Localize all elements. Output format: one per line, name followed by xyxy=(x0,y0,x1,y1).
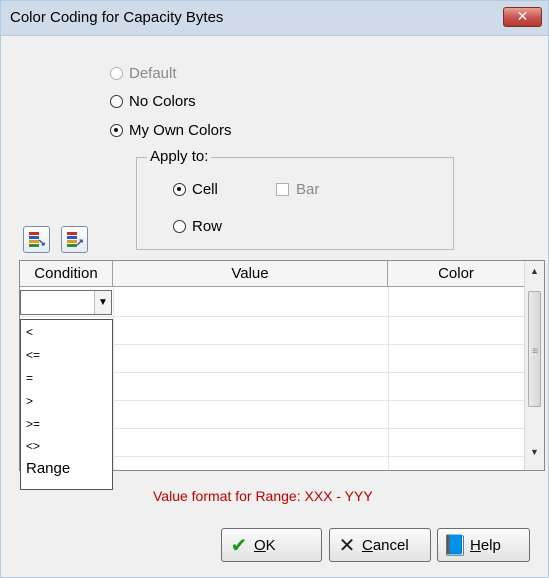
radio-default-label: Default xyxy=(129,65,177,82)
scroll-up-arrow-icon[interactable]: ▲ xyxy=(525,263,544,280)
chevron-down-icon[interactable]: ▼ xyxy=(94,291,111,314)
condition-combobox[interactable]: ▼ xyxy=(20,290,112,315)
title-bar: Color Coding for Capacity Bytes ✕ xyxy=(1,1,548,36)
help-button[interactable]: 📘 Help xyxy=(437,528,530,562)
dropdown-option-eq[interactable]: = xyxy=(26,371,33,385)
dropdown-option-neq[interactable]: <> xyxy=(26,439,40,453)
ok-button[interactable]: ✔ OK xyxy=(221,528,322,562)
radio-my-own-colors-circle[interactable] xyxy=(110,124,123,137)
checkbox-bar[interactable]: Bar xyxy=(276,181,319,198)
radio-my-own-colors-label: My Own Colors xyxy=(129,122,232,139)
checkbox-bar-box[interactable] xyxy=(276,183,289,196)
dialog-title: Color Coding for Capacity Bytes xyxy=(10,9,224,26)
dropdown-option-lte[interactable]: <= xyxy=(26,348,40,362)
cancel-button[interactable]: ✕ Cancel xyxy=(329,528,431,562)
column-header-condition[interactable]: Condition xyxy=(20,261,113,287)
radio-row[interactable]: Row xyxy=(173,218,222,235)
radio-default[interactable]: Default xyxy=(110,65,177,82)
dropdown-option-gt[interactable]: > xyxy=(26,394,33,408)
help-book-icon: 📘 xyxy=(442,534,468,557)
radio-cell-circle[interactable] xyxy=(173,183,186,196)
column-header-value[interactable]: Value xyxy=(113,261,388,287)
range-format-hint: Value format for Range: XXX - YYY xyxy=(153,488,373,504)
radio-default-circle[interactable] xyxy=(110,67,123,80)
apply-to-group xyxy=(136,157,454,250)
insert-row-button[interactable]: ↘ xyxy=(23,226,50,253)
dropdown-option-lt[interactable]: < xyxy=(26,325,33,339)
cancel-button-label: Cancel xyxy=(362,536,409,554)
dropdown-option-gte[interactable]: >= xyxy=(26,417,40,431)
radio-row-label: Row xyxy=(192,218,223,235)
radio-row-circle[interactable] xyxy=(173,220,186,233)
checkbox-bar-label: Bar xyxy=(296,181,320,198)
radio-no-colors-circle[interactable] xyxy=(110,95,123,108)
apply-to-label: Apply to: xyxy=(147,148,212,165)
column-header-color[interactable]: Color xyxy=(388,261,525,287)
close-icon: ✕ xyxy=(516,8,529,24)
radio-cell[interactable]: Cell xyxy=(173,181,218,198)
grip-icon: ≡ xyxy=(532,346,538,357)
checkmark-icon: ✔ xyxy=(230,534,248,557)
ok-button-label: OK xyxy=(254,536,276,554)
scrollbar-thumb[interactable]: ≡ xyxy=(528,291,541,407)
dialog-window: Color Coding for Capacity Bytes ✕ Defaul… xyxy=(0,0,549,578)
scroll-down-arrow-icon[interactable]: ▼ xyxy=(525,444,544,461)
dropdown-option-range[interactable]: Range xyxy=(26,460,70,477)
help-button-label: Help xyxy=(470,536,501,554)
condition-dropdown-list: < <= = > >= <> Range xyxy=(20,319,113,490)
radio-my-own-colors[interactable]: My Own Colors xyxy=(110,122,232,139)
grid-scrollbar[interactable]: ▲ ≡ ▼ xyxy=(524,261,544,470)
x-icon: ✕ xyxy=(338,534,356,557)
close-button[interactable]: ✕ xyxy=(503,7,542,27)
radio-cell-label: Cell xyxy=(192,181,218,198)
remove-row-button[interactable]: ↗ xyxy=(61,226,88,253)
radio-no-colors[interactable]: No Colors xyxy=(110,93,196,110)
radio-no-colors-label: No Colors xyxy=(129,93,196,110)
